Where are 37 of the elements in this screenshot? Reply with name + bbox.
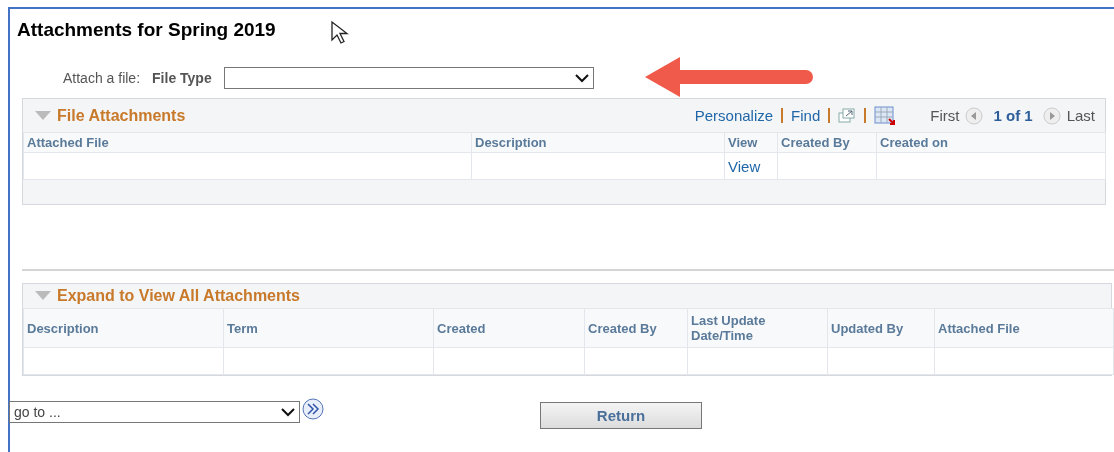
attach-label: Attach a file: <box>63 70 141 86</box>
go-icon[interactable] <box>302 398 324 420</box>
page-count: 1 of 1 <box>993 107 1033 124</box>
column-header: Created By <box>777 132 877 153</box>
page-title: Attachments for Spring 2019 <box>17 19 276 41</box>
collapse-triangle-icon[interactable] <box>35 291 51 301</box>
personalize-link[interactable]: Personalize <box>694 107 774 124</box>
last-label: Last <box>1066 107 1095 124</box>
file-type-dropdown[interactable] <box>223 67 594 89</box>
column-header: View <box>724 132 778 153</box>
column-header: Created <box>433 308 585 348</box>
grid-title: File Attachments <box>57 106 186 125</box>
download-grid-icon[interactable] <box>874 105 897 126</box>
go-to-dropdown[interactable]: go to ... <box>9 401 300 423</box>
arrow-icon <box>643 55 815 99</box>
column-header: Updated By <box>827 308 935 348</box>
collapse-triangle-icon[interactable] <box>35 110 51 121</box>
previous-icon[interactable] <box>965 106 984 125</box>
return-button[interactable]: Return <box>540 402 702 429</box>
first-label: First <box>930 107 960 124</box>
column-header: Created By <box>584 308 688 348</box>
column-header: Attached File <box>23 132 472 153</box>
view-link[interactable]: View <box>728 157 761 175</box>
grid-title: Expand to View All Attachments <box>57 287 300 305</box>
column-header: Created on <box>876 132 1106 153</box>
column-header: Description <box>471 132 725 153</box>
find-link[interactable]: Find <box>791 107 821 124</box>
column-header: Description <box>23 308 224 348</box>
column-header: Last Update Date/Time <box>687 308 828 348</box>
file-type-label: File Type <box>152 70 212 86</box>
chevron-down-icon <box>574 73 589 83</box>
column-header: Attached File <box>934 308 1114 348</box>
next-icon[interactable] <box>1042 106 1061 125</box>
cursor-icon <box>330 20 350 46</box>
popout-icon[interactable] <box>838 107 857 124</box>
column-header: Term <box>223 308 434 348</box>
chevron-down-icon <box>281 407 295 417</box>
